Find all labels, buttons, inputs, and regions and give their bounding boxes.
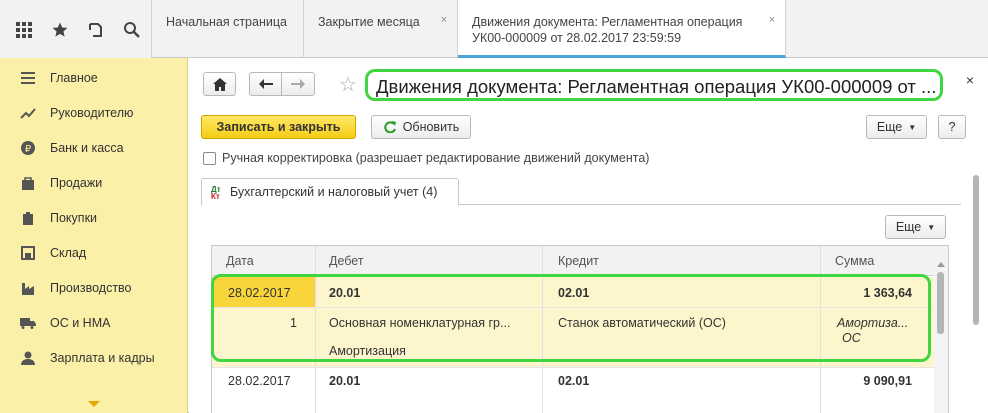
warehouse-icon (20, 245, 36, 261)
scrollbar-thumb[interactable] (973, 175, 979, 325)
chevron-down-icon[interactable] (88, 401, 100, 407)
save-and-close-button[interactable]: Записать и закрыть (201, 115, 356, 139)
tab-label: Бухгалтерский и налоговый учет (4) (230, 185, 438, 199)
tab-label: Начальная страница (166, 15, 287, 29)
sidebar-item-label: Главное (50, 70, 98, 85)
sidebar-item-label: ОС и НМА (50, 315, 111, 330)
svg-text:₽: ₽ (25, 144, 32, 155)
history-icon[interactable] (84, 18, 108, 42)
close-icon[interactable]: × (966, 72, 974, 88)
cart-icon (20, 210, 36, 226)
sidebar-item-label: Продажи (50, 175, 103, 190)
more-button[interactable]: Еще ▼ (866, 115, 927, 139)
tab-label: Закрытие месяца (318, 15, 420, 29)
tab-label-line1: Движения документа: Регламентная операци… (472, 15, 743, 29)
sidebar-item-label: Производство (50, 280, 132, 295)
close-icon[interactable]: × (769, 12, 775, 28)
main-panel: ☆ Движения документа: Регламентная опера… (189, 58, 988, 413)
column-header-date[interactable]: Дата (226, 254, 254, 268)
highlight-box (211, 274, 931, 362)
home-icon (212, 77, 227, 91)
debit-credit-icon: Дт Кт (211, 186, 221, 201)
cell-amount: 9 090,91 (863, 374, 912, 388)
sidebar-item-label: Зарплата и кадры (50, 350, 155, 365)
form-scrollbar[interactable] (973, 153, 981, 413)
menu-icon (20, 70, 36, 86)
arrow-right-icon (291, 79, 305, 89)
sidebar-item-salary[interactable]: Зарплата и кадры (0, 340, 188, 375)
bag-icon (20, 175, 36, 191)
favorite-star-icon[interactable]: ☆ (339, 72, 357, 97)
cell-credit-account: 02.01 (558, 374, 590, 388)
scroll-up-icon[interactable] (937, 262, 945, 267)
sidebar-item-director[interactable]: Руководителю (0, 95, 188, 130)
manual-correction-label: Ручная корректировка (разрешает редактир… (222, 151, 650, 165)
credit-icon-label: Кт (211, 192, 220, 201)
trend-icon (20, 105, 36, 121)
star-icon[interactable] (48, 18, 72, 42)
cell-date: 28.02.2017 (228, 374, 291, 388)
sidebar-item-purchases[interactable]: Покупки (0, 200, 188, 235)
ruble-icon: ₽ (20, 140, 36, 156)
sidebar-item-label: Склад (50, 245, 87, 260)
arrow-left-icon (258, 79, 273, 89)
chevron-down-icon: ▼ (908, 122, 917, 132)
home-button[interactable] (203, 72, 236, 96)
tab-label-line2: УК00-000009 от 28.02.2017 23:59:59 (472, 31, 682, 45)
scrollbar-thumb[interactable] (937, 272, 944, 334)
sidebar-item-bank[interactable]: ₽ Банк и касса (0, 130, 188, 165)
table-more-button[interactable]: Еще ▼ (885, 215, 946, 239)
search-icon[interactable] (120, 18, 144, 42)
tab-accounting[interactable]: Дт Кт Бухгалтерский и налоговый учет (4) (201, 178, 459, 206)
manual-correction-checkbox[interactable] (203, 152, 216, 165)
top-bar: Начальная страница Закрытие месяца × Дви… (0, 0, 988, 58)
forward-button[interactable] (281, 72, 315, 96)
column-header-amount[interactable]: Сумма (835, 254, 874, 268)
close-icon[interactable]: × (441, 12, 447, 28)
table-header: Дата Дебет Кредит Сумма (212, 246, 948, 276)
sidebar-item-label: Покупки (50, 210, 98, 225)
refresh-icon (384, 121, 396, 133)
sidebar-item-main[interactable]: Главное (0, 60, 188, 95)
help-button[interactable]: ? (938, 115, 966, 139)
sidebar-item-production[interactable]: Производство (0, 270, 188, 305)
column-header-debit[interactable]: Дебет (329, 254, 364, 268)
more-label: Еще (876, 120, 903, 134)
sidebar-item-fixed-assets[interactable]: ОС и НМА (0, 305, 188, 340)
refresh-button[interactable]: Обновить (371, 115, 471, 139)
tab-month-close[interactable]: Закрытие месяца × (304, 0, 458, 58)
row-divider (212, 367, 934, 368)
top-icons (0, 0, 152, 58)
truck-icon (20, 315, 36, 331)
person-icon (20, 350, 36, 366)
page-title: Движения документа: Регламентная операци… (365, 69, 943, 101)
chevron-down-icon: ▼ (927, 222, 936, 232)
refresh-label: Обновить (402, 120, 460, 134)
sidebar-item-label: Руководителю (50, 105, 134, 120)
sidebar-item-label: Банк и касса (50, 140, 124, 155)
back-button[interactable] (249, 72, 282, 96)
table-scrollbar[interactable] (934, 262, 948, 413)
tab-home[interactable]: Начальная страница (152, 0, 304, 58)
sidebar: Главное Руководителю ₽ Банк и касса Прод… (0, 58, 188, 413)
sidebar-item-sales[interactable]: Продажи (0, 165, 188, 200)
sidebar-item-warehouse[interactable]: Склад (0, 235, 188, 270)
factory-icon (20, 280, 36, 296)
apps-grid-icon[interactable] (12, 18, 36, 42)
cell-debit-account: 20.01 (329, 374, 361, 388)
column-header-credit[interactable]: Кредит (558, 254, 599, 268)
more-label: Еще (895, 220, 922, 234)
tab-document-movements[interactable]: Движения документа: Регламентная операци… (458, 0, 786, 58)
